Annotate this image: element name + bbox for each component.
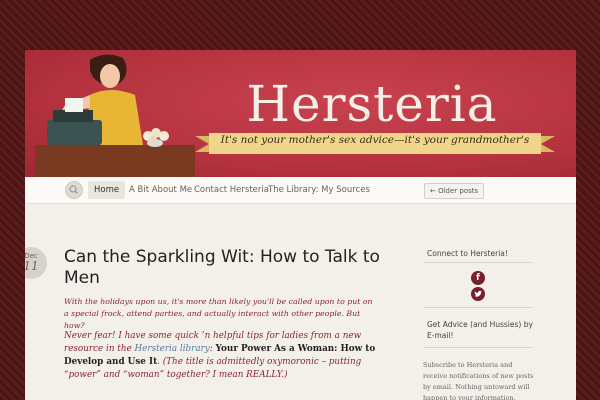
post-body: Never fear! I have some quick ’n helpful… xyxy=(64,330,386,382)
library-link[interactable]: Hersteria library xyxy=(135,344,210,354)
post-date-day: 11 xyxy=(25,259,39,273)
twitter-icon xyxy=(474,290,482,297)
post-intro: With the holidays upon us, it's more tha… xyxy=(64,297,373,330)
nav-item-home[interactable]: Home xyxy=(88,181,126,199)
twitter-button[interactable] xyxy=(471,287,485,301)
page: Hersteria It's not your mother's sex adv… xyxy=(25,50,576,400)
search-button[interactable] xyxy=(65,181,83,199)
post-title[interactable]: Can the Sparkling Wit: How to Talk to Me… xyxy=(64,247,394,289)
nav-item-about[interactable]: A Bit About Me xyxy=(123,181,198,199)
nav-item-library[interactable]: The Library: My Sources xyxy=(262,181,376,199)
main-nav: Home A Bit About Me Contact Hersteria Th… xyxy=(25,177,576,204)
site-title[interactable]: Hersteria xyxy=(242,75,502,133)
site-tagline: It's not your mother's sex advice—it's y… xyxy=(220,134,530,146)
subscribe-description: Subscribe to Hersteria and receive notif… xyxy=(423,361,534,400)
facebook-icon: f xyxy=(476,273,480,283)
facebook-button[interactable]: f xyxy=(471,271,485,285)
site-header: Hersteria It's not your mother's sex adv… xyxy=(25,50,576,177)
sidebar-divider xyxy=(423,347,533,348)
sidebar-divider xyxy=(423,262,533,263)
sidebar-divider xyxy=(423,307,533,308)
email-widget-title: Get Advice (and Hussies) by E-mail! xyxy=(427,320,533,340)
connect-widget-title: Connect to Hersteria! xyxy=(427,249,508,258)
older-posts-button[interactable]: ← Older posts xyxy=(424,183,485,199)
header-illustration xyxy=(35,54,195,177)
post-date-badge: Dec 11 xyxy=(25,247,47,279)
search-icon xyxy=(69,185,78,194)
